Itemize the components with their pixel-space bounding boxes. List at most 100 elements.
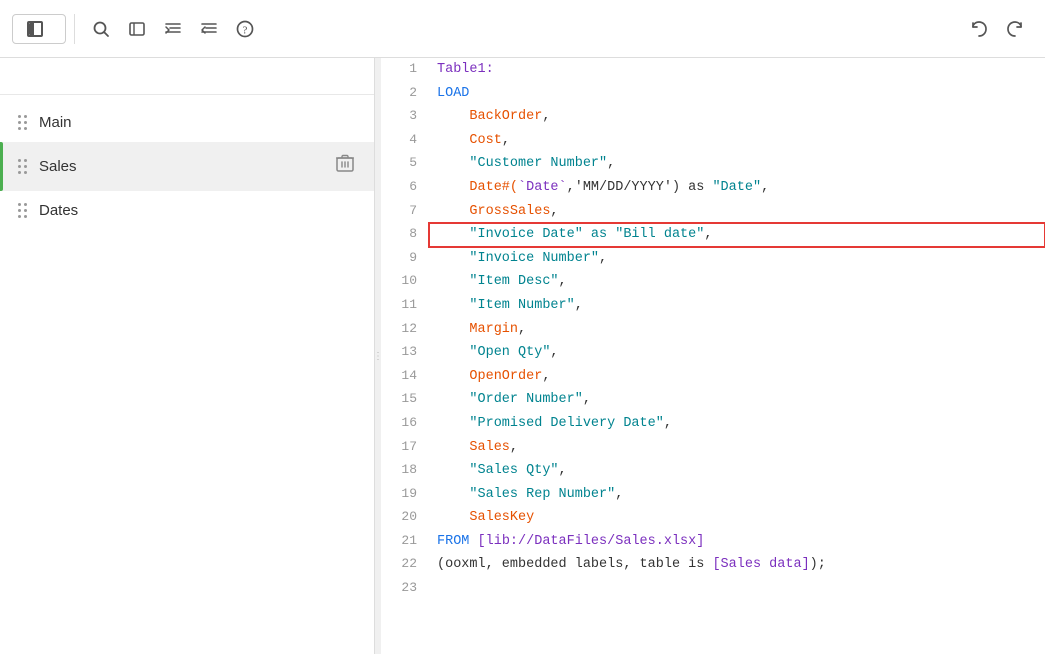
- code-token: ,: [542, 369, 550, 384]
- code-line[interactable]: GrossSales,: [429, 200, 1045, 224]
- code-token: [437, 274, 469, 289]
- code-token: [437, 298, 469, 313]
- code-row: 18 "Sales Qty",: [381, 459, 1045, 483]
- code-token: "Open Qty": [469, 345, 550, 360]
- code-line[interactable]: LOAD: [429, 82, 1045, 106]
- line-number: 16: [381, 412, 429, 436]
- code-token: ,: [607, 156, 615, 171]
- sidebar-item-sales[interactable]: Sales: [0, 142, 374, 191]
- code-line[interactable]: Table1:: [429, 58, 1045, 82]
- code-token: ,: [583, 392, 591, 407]
- code-row: 7 GrossSales,: [381, 200, 1045, 224]
- add-section-button[interactable]: [342, 74, 354, 78]
- code-line[interactable]: "Invoice Date" as "Bill date",: [429, 223, 1045, 247]
- trash-icon: [336, 154, 354, 174]
- code-token: ,: [704, 227, 712, 242]
- sidebar-items-list: Main Sales: [0, 95, 374, 238]
- code-line[interactable]: "Invoice Number",: [429, 247, 1045, 271]
- sidebar: Main Sales: [0, 58, 375, 654]
- help-icon[interactable]: ?: [227, 11, 263, 47]
- line-number: 23: [381, 577, 429, 600]
- line-number: 7: [381, 200, 429, 224]
- code-token: ,'MM/DD/YYYY') as: [567, 180, 713, 195]
- code-line[interactable]: "Sales Qty",: [429, 459, 1045, 483]
- search-icon[interactable]: [83, 11, 119, 47]
- line-number: 5: [381, 152, 429, 176]
- code-token: );: [810, 557, 826, 572]
- code-token: ,: [761, 180, 769, 195]
- sections-button[interactable]: [12, 14, 66, 44]
- code-line[interactable]: "Item Desc",: [429, 270, 1045, 294]
- code-line[interactable]: "Open Qty",: [429, 341, 1045, 365]
- code-token: LOAD: [437, 86, 469, 101]
- code-row: 2LOAD: [381, 82, 1045, 106]
- code-line[interactable]: "Promised Delivery Date",: [429, 412, 1045, 436]
- code-line[interactable]: OpenOrder,: [429, 365, 1045, 389]
- code-token: [437, 392, 469, 407]
- code-line[interactable]: (ooxml, embedded labels, table is [Sales…: [429, 553, 1045, 577]
- sidebar-item-main[interactable]: Main: [0, 103, 374, 142]
- sidebar-item-sales-label: Sales: [39, 158, 322, 175]
- line-number: 15: [381, 388, 429, 412]
- indent-decrease-icon[interactable]: [191, 11, 227, 47]
- line-number: 3: [381, 105, 429, 129]
- code-line[interactable]: BackOrder,: [429, 105, 1045, 129]
- code-token: ,: [559, 274, 567, 289]
- code-block-icon[interactable]: [119, 11, 155, 47]
- code-token: "Sales Rep Number": [469, 487, 615, 502]
- code-token: [437, 227, 469, 242]
- code-token: ,: [599, 251, 607, 266]
- code-line[interactable]: "Item Number",: [429, 294, 1045, 318]
- code-token: [437, 487, 469, 502]
- drag-handle-main[interactable]: [16, 113, 29, 132]
- code-token: "Invoice Number": [469, 251, 599, 266]
- code-token: BackOrder: [437, 109, 542, 124]
- code-line[interactable]: FROM [lib://DataFiles/Sales.xlsx]: [429, 530, 1045, 554]
- code-token: Table1:: [437, 62, 494, 77]
- code-row: 20 SalesKey: [381, 506, 1045, 530]
- code-token: ,: [550, 204, 558, 219]
- sidebar-item-dates[interactable]: Dates: [0, 191, 374, 230]
- code-row: 10 "Item Desc",: [381, 270, 1045, 294]
- code-line[interactable]: Sales,: [429, 436, 1045, 460]
- code-row: 8 "Invoice Date" as "Bill date",: [381, 223, 1045, 247]
- line-number: 1: [381, 58, 429, 82]
- code-token: Cost: [437, 133, 502, 148]
- code-row: 21FROM [lib://DataFiles/Sales.xlsx]: [381, 530, 1045, 554]
- indent-increase-icon[interactable]: [155, 11, 191, 47]
- code-line[interactable]: "Order Number",: [429, 388, 1045, 412]
- code-row: 1 Table1:: [381, 58, 1045, 82]
- redo-button[interactable]: [997, 11, 1033, 47]
- drag-handle-dates[interactable]: [16, 201, 29, 220]
- line-number: 13: [381, 341, 429, 365]
- code-token: ,: [518, 322, 526, 337]
- code-row: 9 "Invoice Number",: [381, 247, 1045, 271]
- sidebar-item-dates-label: Dates: [39, 202, 358, 219]
- code-line[interactable]: "Customer Number",: [429, 152, 1045, 176]
- code-token: [437, 251, 469, 266]
- editor-area[interactable]: 1Table1:2LOAD3 BackOrder,4 Cost,5 "Custo…: [381, 58, 1045, 654]
- undo-button[interactable]: [961, 11, 997, 47]
- code-row: 15 "Order Number",: [381, 388, 1045, 412]
- line-number: 14: [381, 365, 429, 389]
- code-line[interactable]: SalesKey: [429, 506, 1045, 530]
- line-number: 4: [381, 129, 429, 153]
- code-row: 17 Sales,: [381, 436, 1045, 460]
- code-token: "Date": [712, 180, 761, 195]
- code-token: (ooxml, embedded labels, table is: [437, 557, 712, 572]
- line-number: 18: [381, 459, 429, 483]
- code-token: Sales: [437, 440, 510, 455]
- delete-section-button[interactable]: [332, 152, 358, 181]
- drag-handle-sales[interactable]: [16, 157, 29, 176]
- code-line[interactable]: [429, 577, 1045, 600]
- code-token: "Promised Delivery Date": [469, 416, 663, 431]
- code-line[interactable]: Date#(`Date`,'MM/DD/YYYY') as "Date",: [429, 176, 1045, 200]
- code-token: [437, 463, 469, 478]
- code-line[interactable]: Margin,: [429, 318, 1045, 342]
- code-row: 6 Date#(`Date`,'MM/DD/YYYY') as "Date",: [381, 176, 1045, 200]
- main-area: Main Sales: [0, 58, 1045, 654]
- code-table: 1Table1:2LOAD3 BackOrder,4 Cost,5 "Custo…: [381, 58, 1045, 600]
- code-line[interactable]: Cost,: [429, 129, 1045, 153]
- code-row: 11 "Item Number",: [381, 294, 1045, 318]
- code-line[interactable]: "Sales Rep Number",: [429, 483, 1045, 507]
